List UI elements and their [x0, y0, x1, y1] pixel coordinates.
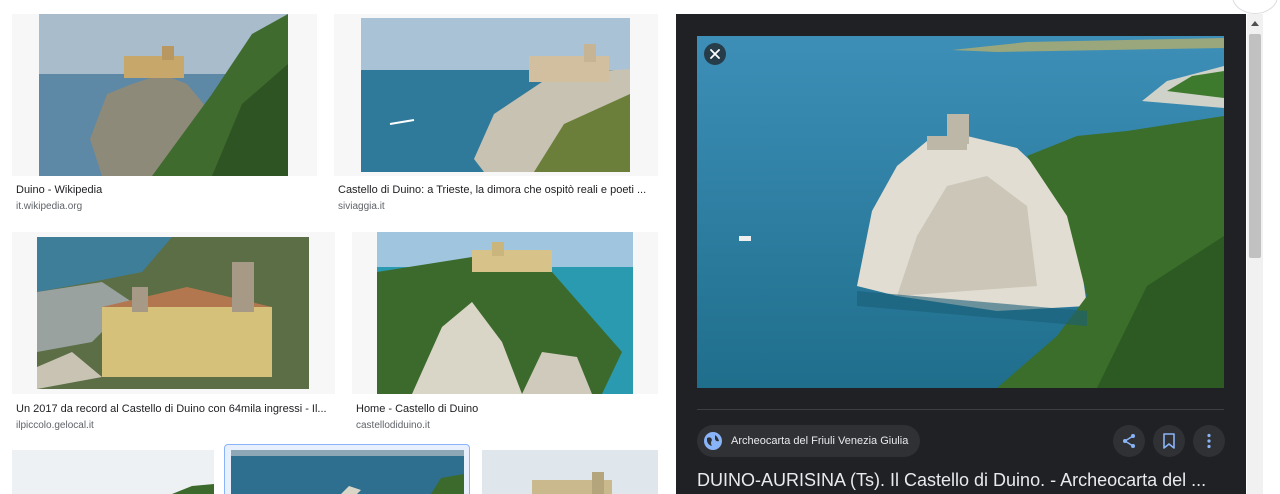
result-thumbnail[interactable] [12, 450, 214, 494]
more-vert-icon [1207, 433, 1211, 449]
result-thumbnail[interactable] [231, 450, 464, 494]
preview-title-link[interactable]: DUINO-AURISINA (Ts). Il Castello di Duin… [697, 468, 1227, 492]
close-icon [710, 49, 720, 59]
image-result-selected[interactable] [231, 450, 464, 494]
scrollbar-thumb[interactable] [1249, 34, 1261, 258]
arrow-up-icon [1251, 21, 1259, 26]
result-thumbnail[interactable] [12, 232, 335, 394]
image-result-castellodiduino[interactable]: Home - Castello di Duino castellodiduino… [352, 232, 658, 432]
share-button[interactable] [1113, 425, 1145, 457]
image-search-page: Duino - Wikipedia it.wikipedia.org Caste… [0, 0, 1280, 494]
preview-image[interactable] [697, 36, 1224, 388]
result-thumbnail[interactable] [334, 14, 658, 176]
result-thumbnail[interactable] [482, 450, 658, 494]
globe-icon [704, 432, 722, 450]
preview-source-chip[interactable]: Archeocarta del Friuli Venezia Giulia [697, 425, 921, 457]
close-preview-button[interactable] [704, 43, 726, 65]
bookmark-icon [1163, 433, 1175, 449]
result-source: castellodiduino.it [356, 420, 430, 431]
image-preview-panel: Archeocarta del Friuli Venezia Giulia DU… [676, 14, 1246, 494]
image-result-duino-wikipedia[interactable]: Duino - Wikipedia it.wikipedia.org [12, 14, 317, 214]
result-thumbnail[interactable] [352, 232, 658, 394]
scroll-up-button[interactable] [1247, 14, 1263, 32]
image-result-siviaggia[interactable]: Castello di Duino: a Trieste, la dimora … [334, 14, 658, 214]
preview-source-name: Archeocarta del Friuli Venezia Giulia [731, 435, 909, 447]
result-source: ilpiccolo.gelocal.it [16, 420, 94, 431]
corner-button[interactable] [1232, 0, 1278, 14]
preview-divider [697, 409, 1224, 410]
result-source: it.wikipedia.org [16, 201, 83, 212]
result-title[interactable]: Un 2017 da record al Castello di Duino c… [16, 402, 334, 416]
result-source: siviaggia.it [338, 201, 385, 212]
result-title[interactable]: Duino - Wikipedia [16, 183, 316, 197]
save-button[interactable] [1153, 425, 1185, 457]
image-result-partial-3[interactable] [482, 450, 658, 494]
image-result-ilpiccolo[interactable]: Un 2017 da record al Castello di Duino c… [12, 232, 335, 432]
share-icon [1123, 434, 1135, 448]
image-result-partial-1[interactable] [12, 450, 214, 494]
result-title[interactable]: Home - Castello di Duino [356, 402, 656, 416]
result-title[interactable]: Castello di Duino: a Trieste, la dimora … [338, 183, 658, 197]
more-options-button[interactable] [1193, 425, 1225, 457]
result-thumbnail[interactable] [12, 14, 317, 176]
